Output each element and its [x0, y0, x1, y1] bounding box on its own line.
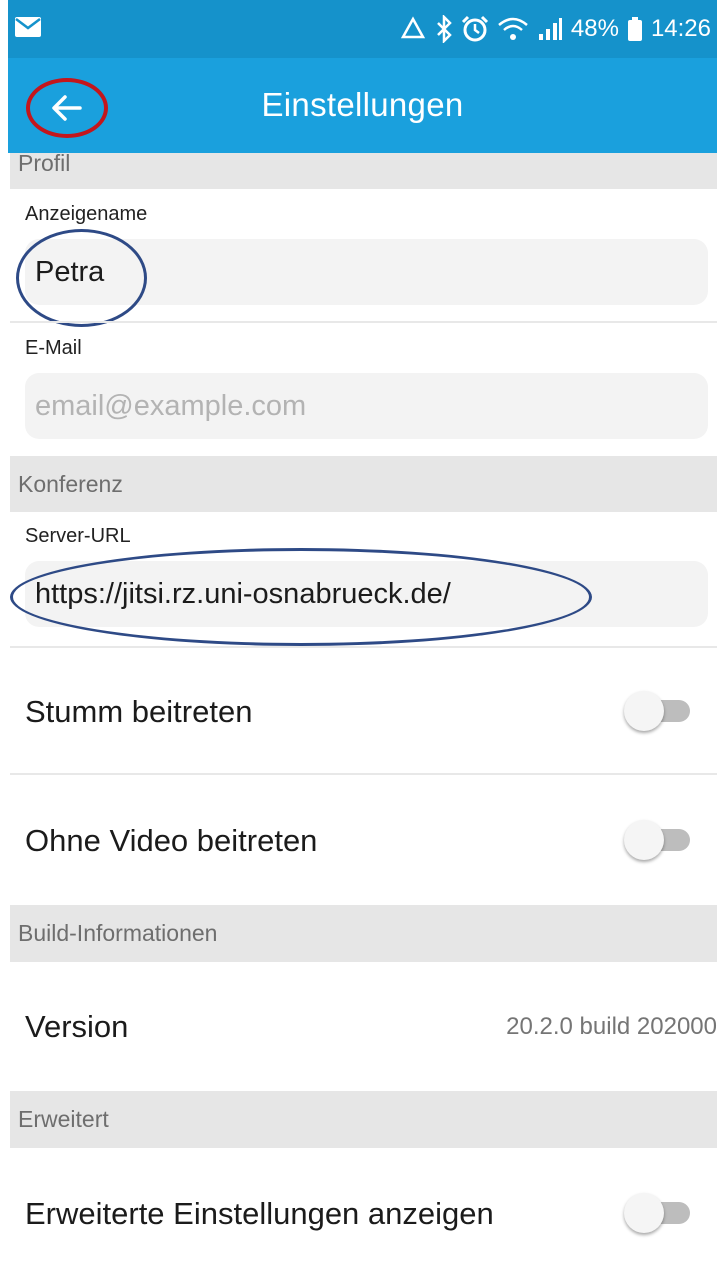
app-bar: Einstellungen	[8, 58, 717, 153]
email-placeholder: email@example.com	[35, 389, 307, 422]
join-muted-toggle[interactable]	[624, 691, 690, 731]
wifi-icon	[498, 17, 528, 40]
show-advanced-toggle[interactable]	[624, 1193, 690, 1233]
email-label: E-Mail	[25, 337, 82, 359]
section-header-conference: Konferenz	[10, 456, 717, 512]
recycle-icon	[400, 16, 426, 39]
mail-notification-icon	[15, 17, 41, 37]
bluetooth-icon	[437, 15, 452, 43]
join-no-video-toggle[interactable]	[624, 820, 690, 860]
display-name-annotation-ellipse	[16, 229, 147, 327]
divider	[10, 646, 717, 648]
server-url-label: Server-URL	[25, 525, 131, 547]
battery-icon	[627, 17, 642, 41]
email-field[interactable]: email@example.com	[25, 373, 708, 439]
status-icons: 48% 14:26	[399, 10, 711, 48]
toggle-knob	[624, 691, 664, 731]
join-muted-label: Stumm beitreten	[25, 694, 253, 729]
section-header-build-info: Build-Informationen	[10, 905, 717, 962]
section-header-advanced: Erweitert	[10, 1091, 717, 1148]
toggle-knob	[624, 1193, 664, 1233]
battery-percent: 48%	[570, 15, 619, 42]
server-url-annotation-ellipse	[10, 548, 592, 646]
clock: 14:26	[650, 15, 711, 42]
divider	[10, 321, 717, 323]
page-title: Einstellungen	[261, 86, 464, 123]
signal-icon	[538, 18, 562, 40]
settings-screen: 48% 14:26 Einstellungen Profil Anzeigena…	[8, 0, 717, 1268]
section-header-profile: Profil	[10, 152, 717, 189]
join-no-video-label: Ohne Video beitreten	[25, 823, 318, 858]
display-name-label: Anzeigename	[25, 203, 148, 225]
divider	[10, 773, 717, 775]
status-bar: 48% 14:26	[8, 0, 717, 58]
version-value: 20.2.0 build 202000	[506, 1013, 717, 1040]
alarm-icon	[461, 15, 488, 42]
show-advanced-label: Erweiterte Einstellungen anzeigen	[25, 1196, 494, 1231]
toggle-knob	[624, 820, 664, 860]
